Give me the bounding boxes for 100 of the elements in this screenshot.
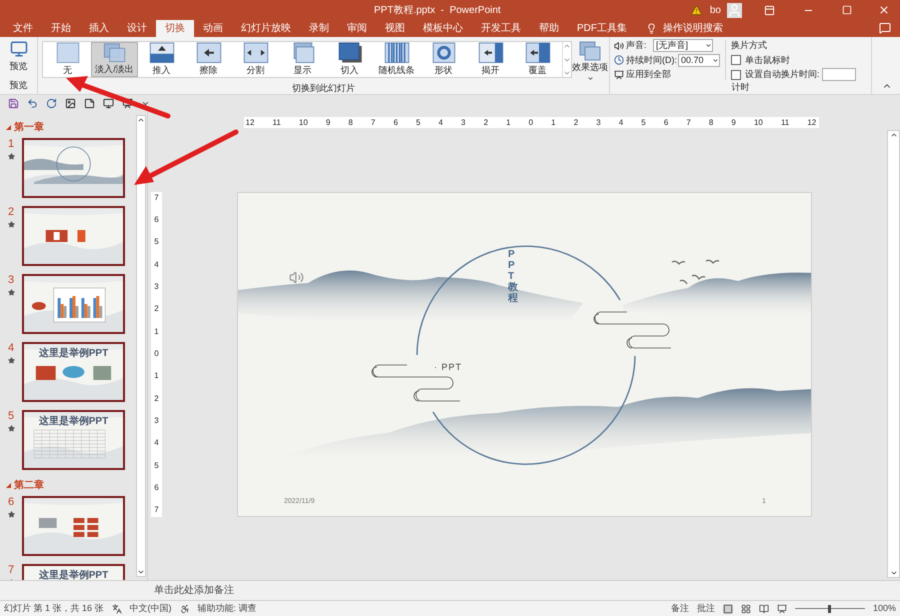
ribbon-tab[interactable]: 开始	[42, 20, 80, 37]
scroll-down-icon[interactable]	[890, 569, 898, 577]
slideshow-icon[interactable]	[776, 604, 787, 614]
notes-button[interactable]: 备注	[670, 602, 689, 616]
star-icon	[8, 357, 14, 364]
user-name[interactable]: bo	[710, 2, 721, 18]
transition-option[interactable]: 分割	[232, 42, 279, 77]
ribbon-tab[interactable]: 动画	[194, 20, 232, 37]
comments-button[interactable]: 批注	[696, 602, 715, 616]
ribbon-tab[interactable]: 插入	[80, 20, 118, 37]
slide-thumbnail[interactable]: 这里是举例PPT	[22, 564, 125, 580]
monitor-icon[interactable]	[103, 98, 114, 109]
undo-icon[interactable]	[27, 98, 38, 109]
picture-icon[interactable]	[65, 98, 76, 109]
ruler-label: 3	[596, 118, 601, 126]
slide-sorter-icon[interactable]	[740, 604, 751, 614]
ruler-label: 9	[326, 118, 330, 126]
ribbon-tab[interactable]: 切换	[156, 20, 194, 37]
comments-icon[interactable]	[879, 22, 891, 34]
checkbox-row[interactable]: 单击鼠标时	[731, 54, 856, 67]
ruler-label: 1	[154, 372, 159, 380]
star-icon	[8, 153, 14, 160]
ruler-label: 6	[154, 484, 159, 492]
reading-view-icon[interactable]	[758, 604, 769, 614]
star-icon	[8, 425, 14, 432]
ribbon-tab[interactable]: PDF工具集	[568, 20, 636, 37]
language-status[interactable]: 中文(中国)	[130, 602, 172, 616]
transition-option[interactable]: 形状	[420, 42, 467, 77]
save-icon[interactable]	[8, 98, 19, 109]
transition-option[interactable]: 无	[44, 42, 91, 77]
preview-icon	[10, 40, 28, 58]
effect-options-button[interactable]: 效果选项	[574, 41, 606, 82]
transition-option[interactable]: 揭开	[467, 42, 514, 77]
ribbon-tab[interactable]: 开发工具	[472, 20, 530, 37]
avatar-icon[interactable]	[727, 2, 742, 18]
warning-icon[interactable]	[690, 4, 702, 16]
section-title[interactable]: 第一章	[14, 120, 44, 135]
scrollbar[interactable]	[136, 115, 146, 577]
section-toggle-icon[interactable]	[6, 483, 11, 488]
transition-option[interactable]: 推入	[138, 42, 185, 77]
notes-pane[interactable]: 单击此处添加备注	[0, 580, 900, 600]
lightbulb-icon[interactable]	[646, 23, 657, 34]
ribbon-tab[interactable]: 文件	[4, 20, 42, 37]
section-title[interactable]: 第二章	[14, 478, 44, 493]
checkbox-row[interactable]: 设置自动换片时间:	[731, 68, 820, 82]
ruler-label: 9	[731, 118, 736, 126]
transition-option[interactable]: 覆盖	[514, 42, 561, 77]
transition-option[interactable]: 随机线条	[373, 42, 420, 77]
ribbon-tab[interactable]: 帮助	[530, 20, 568, 37]
slide-number: 6	[8, 496, 14, 508]
close-icon[interactable]	[878, 4, 890, 16]
slide-icon[interactable]	[84, 98, 95, 109]
section-toggle-icon[interactable]	[6, 125, 11, 130]
customize-caret-icon[interactable]	[141, 99, 150, 108]
presentation-icon[interactable]	[122, 98, 133, 109]
ribbon-tab[interactable]: 视图	[376, 20, 414, 37]
slide-thumbnail[interactable]: 这里是举例PPT	[22, 410, 125, 470]
ruler-label: 2	[574, 118, 578, 126]
checkbox[interactable]	[731, 70, 741, 80]
scrollbar[interactable]	[887, 130, 900, 578]
apply-to-all-button[interactable]: 应用到全部	[614, 68, 722, 82]
scroll-up-icon[interactable]	[137, 116, 145, 124]
slide-number: 7	[8, 564, 14, 576]
accessibility-icon[interactable]	[180, 604, 190, 614]
scroll-down-icon[interactable]	[137, 568, 145, 576]
checkbox[interactable]	[731, 55, 741, 66]
speaker-icon[interactable]	[289, 270, 304, 284]
gallery-scrollbar[interactable]	[562, 42, 571, 77]
ruler-label: 7	[154, 194, 159, 202]
sound-dropdown[interactable]: [无声音]	[653, 39, 713, 52]
ribbon-tab[interactable]: 录制	[300, 20, 338, 37]
ribbon-tab[interactable]: 幻灯片放映	[232, 20, 300, 37]
slide-title: PPT教程	[508, 248, 518, 304]
scroll-up-icon[interactable]	[890, 131, 898, 139]
duration-spinbox[interactable]: 00.70	[678, 54, 720, 67]
ribbon-display-icon[interactable]	[764, 4, 775, 16]
transition-option[interactable]: 切入	[326, 42, 373, 77]
ruler-label: 8	[348, 118, 353, 126]
zoom-slider-thumb[interactable]	[828, 604, 832, 612]
expand-gallery-icon[interactable]	[563, 69, 571, 77]
redo-icon[interactable]	[46, 98, 57, 109]
ribbon-tab[interactable]: 设计	[118, 20, 156, 37]
accessibility-status[interactable]: 辅助功能: 调查	[198, 602, 257, 616]
maximize-icon[interactable]	[842, 5, 852, 15]
star-icon	[8, 511, 14, 518]
preview-button[interactable]: 预览	[10, 40, 28, 74]
ruler-label: 6	[154, 216, 159, 224]
dropdown-caret-icon[interactable]	[705, 42, 712, 50]
transition-option[interactable]: 显示	[279, 42, 326, 77]
spin-caret-icon[interactable]	[712, 56, 719, 64]
tell-me-search[interactable]: 操作说明搜索	[663, 20, 723, 37]
normal-view-icon[interactable]	[722, 604, 733, 614]
transition-option[interactable]: 淡入/淡出	[91, 42, 138, 77]
ribbon-tab[interactable]: 模板中心	[414, 20, 472, 37]
slide-thumbnail[interactable]: 这里是举例PPT	[22, 342, 125, 402]
proofing-icon[interactable]	[112, 604, 122, 614]
zoom-slider[interactable]	[794, 604, 865, 612]
transition-option[interactable]: 擦除	[185, 42, 232, 77]
ribbon-tab[interactable]: 审阅	[338, 20, 376, 37]
zoom-level[interactable]: 100%	[872, 602, 896, 616]
